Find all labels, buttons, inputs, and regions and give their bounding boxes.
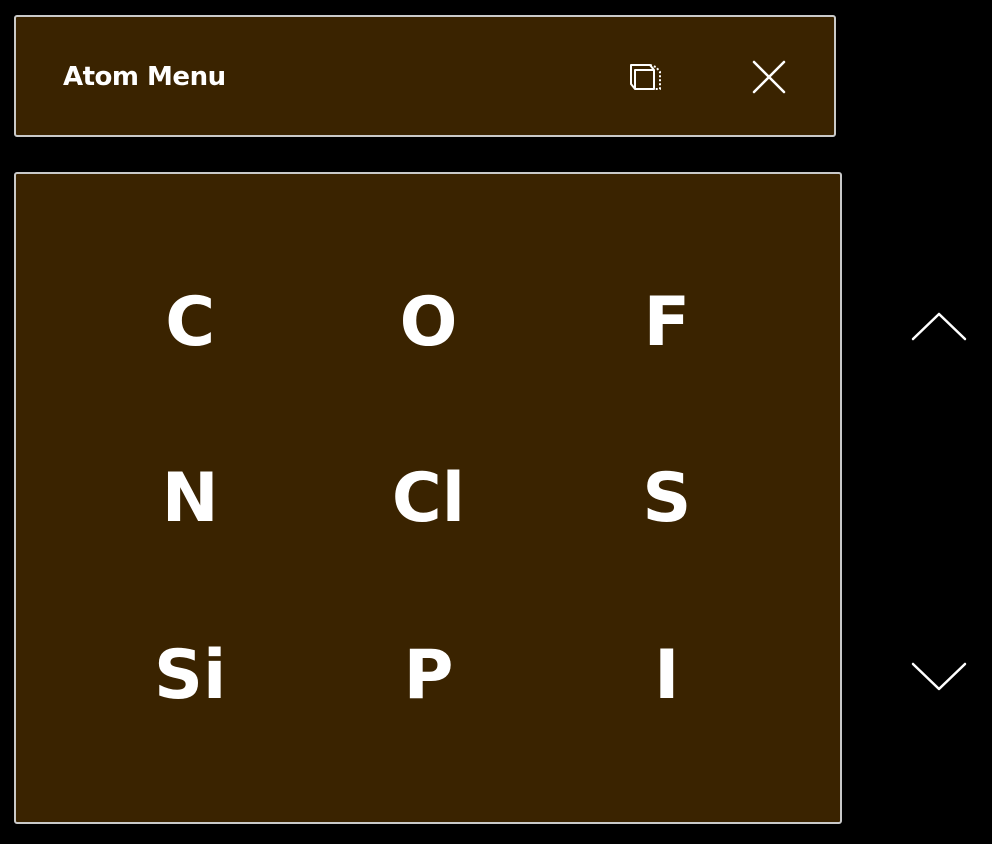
atom-button-i[interactable]: I (548, 587, 786, 764)
atom-button-c[interactable]: C (71, 234, 309, 411)
atom-button-s[interactable]: S (548, 411, 786, 588)
scroll-up-button[interactable] (906, 306, 972, 346)
atom-button-n[interactable]: N (71, 411, 309, 588)
close-button[interactable] (744, 52, 794, 102)
close-icon (752, 60, 786, 94)
chevron-down-icon (911, 662, 967, 691)
window-title: Atom Menu (63, 62, 226, 92)
pin-window-icon (630, 64, 661, 90)
atom-button-f[interactable]: F (548, 234, 786, 411)
atom-button-cl[interactable]: Cl (309, 411, 547, 588)
atom-button-p[interactable]: P (309, 587, 547, 764)
atom-button-si[interactable]: Si (71, 587, 309, 764)
atom-button-o[interactable]: O (309, 234, 547, 411)
title-bar: Atom Menu (14, 15, 836, 137)
scroll-down-button[interactable] (906, 656, 972, 696)
atom-grid: C O F N Cl S Si P I (71, 234, 786, 764)
chevron-up-icon (911, 312, 967, 341)
atom-panel: C O F N Cl S Si P I (14, 172, 842, 824)
pin-button[interactable] (621, 52, 671, 102)
